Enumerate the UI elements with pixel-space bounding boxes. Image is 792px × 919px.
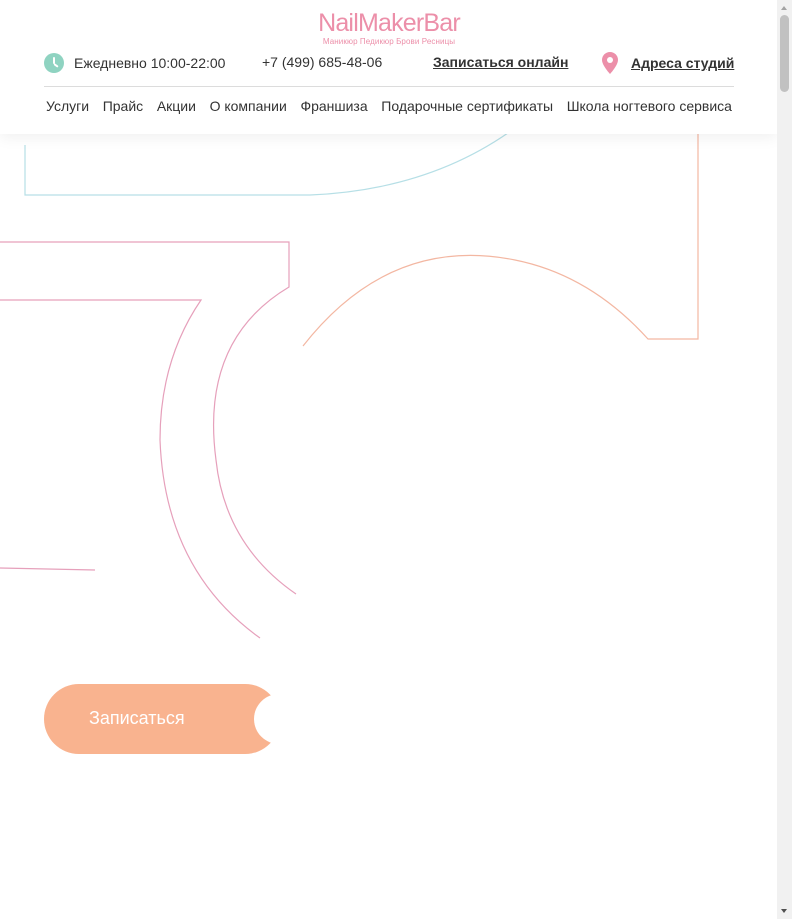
scroll-up-arrow-icon[interactable] [781, 6, 787, 10]
book-online-link[interactable]: Записаться онлайн [433, 54, 568, 70]
studio-addresses-label: Адреса студий [631, 55, 735, 71]
studio-addresses-link[interactable]: Адреса студий [602, 52, 734, 74]
logo-tagline: Маникюр Педикюр Брови Ресницы [322, 37, 456, 46]
main-nav: Услуги Прайс Акции О компании Франшиза П… [44, 98, 734, 114]
nav-item-price[interactable]: Прайс [101, 98, 145, 114]
working-hours: Ежедневно 10:00-22:00 [44, 52, 225, 74]
book-appointment-button[interactable]: Записаться [44, 684, 314, 754]
page-scrollbar[interactable] [777, 0, 792, 919]
nav-item-gift-certificates[interactable]: Подарочные сертификаты [379, 98, 555, 114]
working-hours-text: Ежедневно 10:00-22:00 [74, 55, 226, 71]
map-pin-icon [602, 52, 618, 74]
nav-item-franchise[interactable]: Франшиза [298, 98, 369, 114]
pink-outline-shape-outer [0, 241, 297, 595]
nav-item-nail-school[interactable]: Школа ногтевого сервиса [565, 98, 734, 114]
scroll-down-arrow-icon[interactable] [781, 909, 787, 913]
phone-link[interactable]: +7 (499) 685-48-06 [262, 54, 382, 70]
page: NailMakerBar Маникюр Педикюр Брови Ресни… [0, 0, 777, 919]
logo-wordmark: NailMakerBar [318, 9, 461, 37]
teal-outline-shape [24, 127, 516, 196]
hero-decorative-outlines [0, 127, 699, 639]
scrollbar-thumb[interactable] [780, 15, 789, 92]
nav-item-services[interactable]: Услуги [44, 98, 91, 114]
header-divider [44, 86, 734, 87]
pink-outline-shape-arc [0, 567, 96, 571]
nav-item-promotions[interactable]: Акции [155, 98, 198, 114]
peach-outline-shape [302, 134, 699, 347]
pink-outline-shape-inner [0, 299, 261, 639]
nav-item-about[interactable]: О компании [208, 98, 289, 114]
clock-icon [44, 53, 64, 73]
brand-logo[interactable]: NailMakerBar Маникюр Педикюр Брови Ресни… [313, 9, 465, 46]
button-knob [254, 694, 314, 744]
site-header: NailMakerBar Маникюр Педикюр Брови Ресни… [0, 0, 777, 134]
book-appointment-label: Записаться [89, 708, 185, 728]
